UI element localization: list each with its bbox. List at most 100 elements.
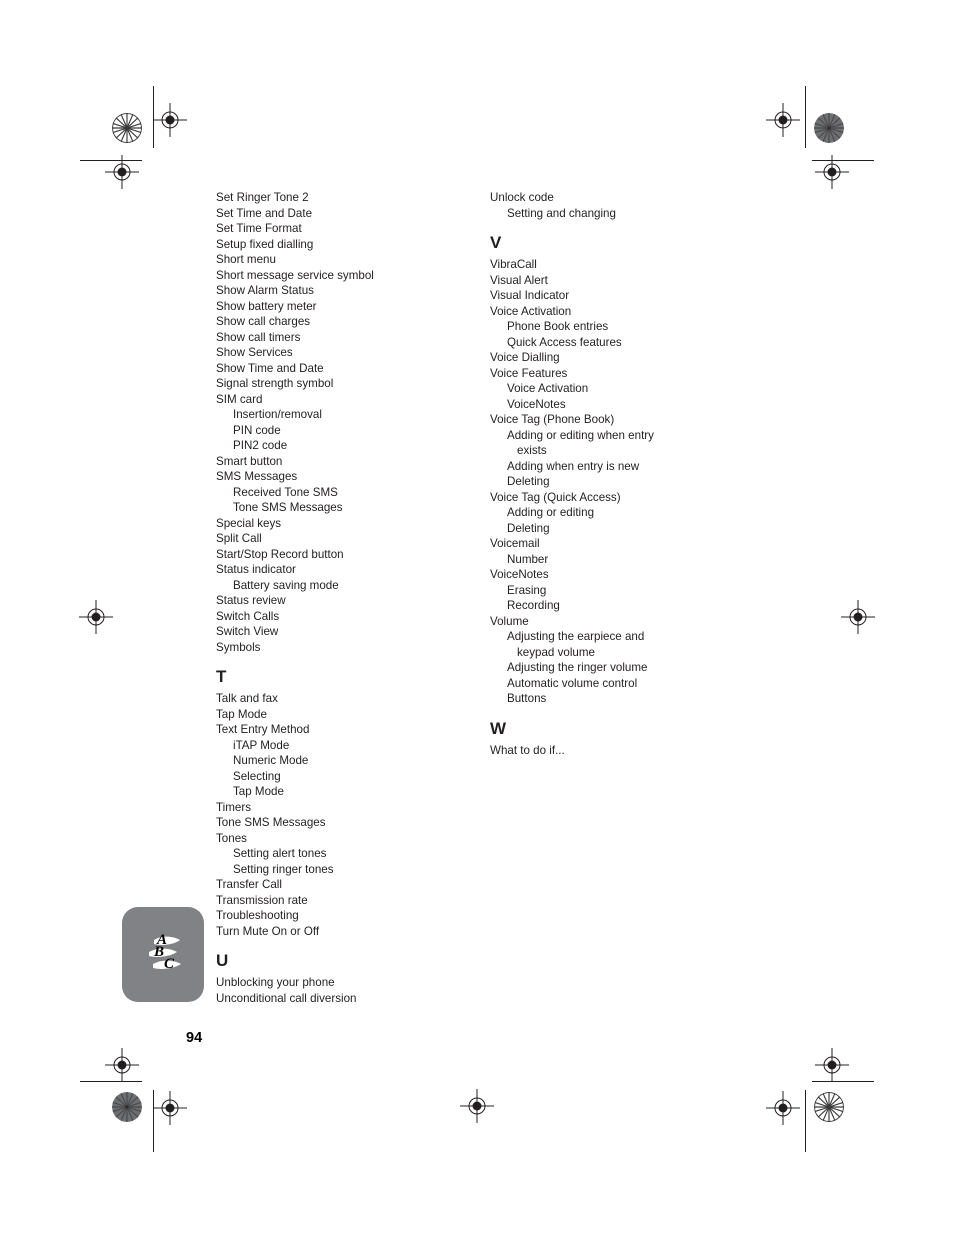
index-entry: keypad volume <box>517 645 595 659</box>
index-entry: Unblocking your phone <box>216 976 335 989</box>
index-entry: Switch Calls <box>216 609 280 623</box>
registration-crosshair-icon <box>841 600 875 634</box>
index-entry: Recording <box>507 599 560 612</box>
index-entry: Start/Stop Record button <box>216 547 344 561</box>
index-entry: Adding when entry is new <box>507 459 640 473</box>
index-entry: Short menu <box>216 253 276 266</box>
index-entry: Unlock code <box>490 191 554 204</box>
registration-crosshair-icon <box>766 103 800 137</box>
registration-crosshair-icon <box>105 155 139 189</box>
index-entry: Voice Activation <box>490 304 572 318</box>
svg-text:C: C <box>164 956 175 972</box>
index-section-letter: T <box>216 667 227 686</box>
registration-crosshair-icon <box>153 1091 187 1125</box>
index-section-letter: U <box>216 951 229 970</box>
index-section-letter: V <box>490 233 502 252</box>
index-column-left: Set Ringer Tone 2 Set Time and Date Set Ti… <box>216 190 466 1006</box>
index-entry: Tap Mode <box>233 785 284 798</box>
index-section-letter: W <box>490 718 507 738</box>
halftone-star-target-icon <box>814 1092 844 1122</box>
registration-crosshair-icon <box>766 1091 800 1125</box>
index-entry: PIN code <box>233 423 281 437</box>
index-entry: Talk and fax <box>216 692 278 705</box>
index-entry: Setting and changing <box>507 206 616 220</box>
index-entry: Show Time and Date <box>216 361 324 375</box>
index-entry: Signal strength symbol <box>216 377 334 390</box>
svg-text:B: B <box>153 944 164 960</box>
index-entry: Show call charges <box>216 315 311 328</box>
page-number: 94 <box>186 1030 203 1046</box>
index-entry: Troubleshooting <box>216 909 299 922</box>
index-entry: Switch View <box>216 625 279 638</box>
document-page: Set Ringer Tone 2 Set Time and Date Set Ti… <box>0 0 954 1235</box>
index-entry: Phone Book entries <box>507 320 609 333</box>
registration-crosshair-icon <box>153 103 187 137</box>
index-entry: Show Services <box>216 346 293 359</box>
index-entry: Adjusting the ringer volume <box>507 661 648 674</box>
index-entry: Set Ringer Tone 2 <box>216 191 309 204</box>
halftone-star-target-icon <box>814 113 844 143</box>
index-entry: Show battery meter <box>216 299 317 313</box>
index-entry: Adding or editing <box>507 506 595 519</box>
index-entry: Deleting <box>507 475 550 488</box>
registration-crosshair-icon <box>105 1048 139 1082</box>
index-entry: Tap Mode <box>216 707 267 721</box>
index-entry: Buttons <box>507 692 547 705</box>
index-entry: Smart button <box>216 454 283 468</box>
index-entry: exists <box>517 444 547 457</box>
abc-icon: A B C <box>142 931 187 977</box>
index-entry: Deleting <box>507 521 550 535</box>
index-entry: Adjusting the earpiece and <box>507 630 645 643</box>
index-entry: Setting alert tones <box>233 847 327 860</box>
index-entry: Voice Features <box>490 366 568 380</box>
index-entry: Received Tone SMS <box>233 485 338 499</box>
index-entry: Transfer Call <box>216 878 282 891</box>
index-entry: Tones <box>216 831 247 845</box>
index-entry: PIN2 code <box>233 439 288 452</box>
index-entry: Erasing <box>507 583 547 597</box>
registration-crosshair-icon <box>460 1089 494 1123</box>
index-entry: Numeric Mode <box>233 754 309 767</box>
index-entry: iTAP Mode <box>233 738 290 752</box>
index-entry: Voice Activation <box>507 382 589 395</box>
index-entry: Number <box>507 552 549 566</box>
index-entry: Show Alarm Status <box>216 284 314 297</box>
index-entry: Setting ringer tones <box>233 862 334 876</box>
index-entry: Voice Tag (Phone Book) <box>490 413 615 426</box>
index-entry: VibraCall <box>490 258 537 271</box>
registration-crosshair-icon <box>79 600 113 634</box>
index-entry: SMS Messages <box>216 470 298 483</box>
index-entry: Text Entry Method <box>216 723 310 736</box>
index-entry: Automatic volume control <box>507 676 638 690</box>
index-entry: SIM card <box>216 392 263 406</box>
index-entry: Set Time and Date <box>216 206 313 220</box>
index-entry: Transmission rate <box>216 893 308 907</box>
index-entry: Quick Access features <box>507 335 622 349</box>
index-entry: Unconditional call diversion <box>216 991 357 1005</box>
index-entry: Battery saving mode <box>233 578 339 592</box>
index-entry: Voice Tag (Quick Access) <box>490 490 621 504</box>
index-entry: Insertion/removal <box>233 408 322 421</box>
index-entry: Tone SMS Messages <box>233 501 343 514</box>
halftone-star-target-icon <box>112 1092 142 1122</box>
index-entry: Short message service symbol <box>216 268 374 282</box>
index-entry: Show call timers <box>216 330 301 344</box>
registration-crosshair-icon <box>815 1048 849 1082</box>
index-entry: Symbols <box>216 640 261 654</box>
index-entry: Selecting <box>233 769 281 783</box>
index-entry: What to do if... <box>490 743 565 757</box>
index-entry: VoiceNotes <box>490 568 549 581</box>
index-column-right: Unlock code Setting and changing V VibraCal… <box>490 190 740 758</box>
index-entry: Tone SMS Messages <box>216 816 326 829</box>
index-entry: Turn Mute On or Off <box>216 924 320 938</box>
index-entry: Special keys <box>216 516 282 530</box>
index-entry: Timers <box>216 800 251 814</box>
index-entry: Visual Alert <box>490 273 548 287</box>
index-entry: Status review <box>216 594 286 607</box>
index-entry: VoiceNotes <box>507 397 566 411</box>
index-entry: Adding or editing when entry <box>507 428 654 442</box>
index-entry: Volume <box>490 614 529 628</box>
index-entry: Voice Dialling <box>490 351 560 364</box>
index-entry: Set Time Format <box>216 222 302 235</box>
halftone-star-target-icon <box>112 113 142 143</box>
